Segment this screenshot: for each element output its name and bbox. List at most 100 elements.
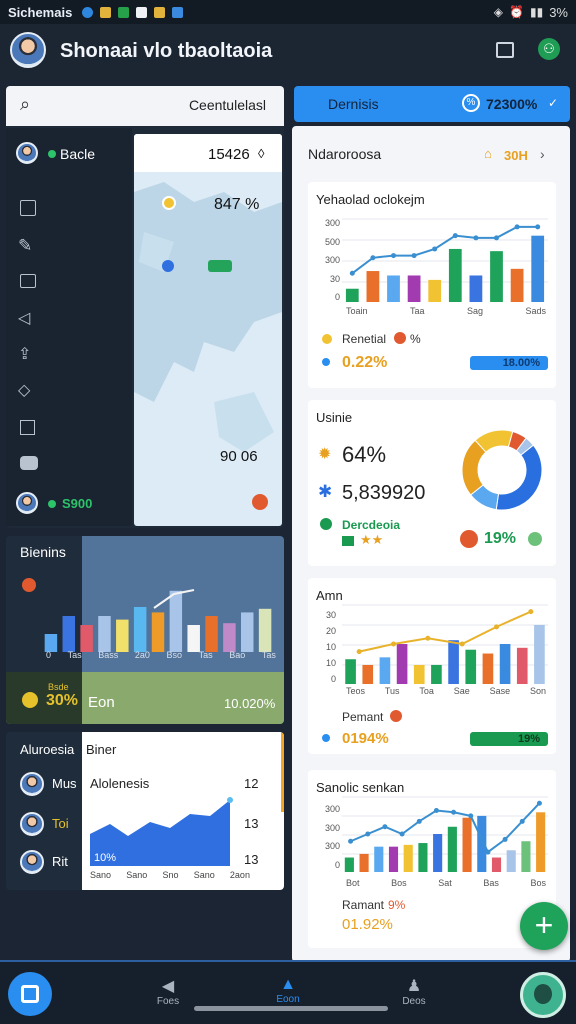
sidebar-item-display[interactable] [20, 274, 36, 288]
sidebar-item-tools[interactable]: ✎ [18, 236, 32, 256]
window-icon[interactable] [496, 42, 514, 58]
card1-y-axis: 300 500 300 30 0 [314, 218, 340, 302]
info-icon[interactable]: ◊ [258, 146, 264, 161]
chart-point [416, 818, 422, 824]
chart-bar [403, 844, 413, 872]
chart-point [528, 609, 534, 615]
business-axis: 0 Tas Bass 2a0 Bso Tas Bao Tas [46, 650, 276, 662]
chart-bar [491, 857, 502, 872]
chart-bar [344, 857, 354, 872]
chart-bar [223, 623, 236, 652]
profile-name: Bacle [60, 146, 96, 162]
chart-point [452, 233, 458, 239]
card3-chart [342, 604, 548, 684]
chevron-right-icon[interactable]: › [540, 146, 545, 162]
axis-tick-label: Sano [193, 870, 215, 880]
card4-y-axis: 300 300 300 0 [314, 804, 340, 870]
calendar-icon [342, 536, 354, 546]
app-icon [154, 6, 166, 18]
profile-avatar [16, 142, 38, 164]
axis-tick-label: 0 [334, 859, 340, 870]
chart-bar [431, 664, 442, 684]
chart-point [514, 224, 520, 230]
axis-tick-label: Teos [346, 686, 366, 696]
alert-title: Aluroesia [20, 742, 75, 757]
chart-bar [362, 664, 374, 684]
business-card: Bienins 0 Tas Bass 2a0 Bso Tas Bao Tas Bsde 30%… [6, 536, 284, 724]
nav-item-foes[interactable]: ◀ Foes [148, 976, 188, 1007]
footer-value: S900 [62, 496, 93, 511]
app-icon [136, 6, 148, 18]
axis-tick-label: Bass [98, 650, 119, 660]
stats-card-2[interactable]: Usinie ✹ 64% ✱ 5,839920 Dercdeoia ★★ 19% [308, 400, 556, 566]
alert-inner-value: 10% [94, 852, 117, 864]
chart-bar [98, 616, 111, 652]
tab-left-label[interactable]: Dernisis [328, 96, 379, 112]
sidebar-item-megaphone[interactable]: ◁ [18, 308, 30, 328]
user-icon[interactable]: ⚇ [538, 38, 560, 60]
chart-point [536, 800, 542, 806]
chart-point [365, 831, 371, 837]
avatar[interactable] [10, 32, 46, 68]
sidebar-item-upload[interactable]: ⇪ [18, 344, 31, 364]
chart-bar [169, 590, 183, 652]
map-top-value: 15426 [208, 146, 250, 163]
alert-row-name: Rit [52, 854, 68, 869]
percent-icon: % [462, 94, 480, 112]
card1-legend-dot [322, 334, 332, 344]
business-alert-icon [22, 578, 36, 592]
donut-slice [495, 444, 543, 511]
map-card[interactable]: 15426 ◊ 847 % 90 06 [134, 134, 282, 526]
axis-tick-label: Bos [391, 878, 407, 888]
add-button[interactable]: + [520, 902, 568, 950]
chart-bar [205, 616, 218, 652]
nav-item-eoon[interactable]: ▲ Eoon [268, 976, 308, 1005]
profile-button[interactable] [520, 972, 566, 1018]
chart-bar [413, 664, 425, 684]
home-button[interactable] [8, 972, 52, 1016]
chart-bar [433, 834, 443, 872]
tab-bar[interactable]: Dernisis % 72300% ✓ [294, 86, 570, 122]
alert-icon[interactable] [252, 494, 268, 510]
chart-card-3[interactable]: Amn 30 20 10 10 0 Teos Tus Toa Sae Sase Son Peman… [308, 578, 556, 754]
wifi-icon: ◈ [493, 5, 504, 19]
chart-line [351, 225, 538, 275]
chart-point [473, 235, 479, 241]
axis-tick-label: Tas [198, 650, 213, 660]
home-icon: ⌂ [484, 146, 492, 161]
axis-tick-label: 300 [324, 218, 340, 228]
chart-card-1[interactable]: Yehaolad oclokejm 300 500 300 30 0 Toain Taa S… [308, 182, 556, 388]
chart-point [356, 649, 362, 655]
sidebar: Bacle ✎ ◁ ⇪ ◇ S900 [6, 128, 132, 526]
footer-dot [48, 500, 56, 508]
search-icon: ⌕ [20, 94, 31, 114]
map-marker-yellow[interactable] [162, 196, 176, 210]
alert-right-value: 13 [244, 816, 259, 831]
chart-bar [510, 268, 524, 302]
card2-stat2: 5,839920 [342, 482, 426, 504]
chart-bar [536, 812, 546, 872]
nav-item-deos[interactable]: ♟ Deos [394, 976, 434, 1007]
chart-card-4[interactable]: Sanolic senkan 300 300 300 0 Bot Bos Sat Bas Bo… [308, 770, 556, 948]
sidebar-item-export[interactable] [20, 420, 35, 435]
axis-tick-label: 10 [325, 642, 336, 652]
chart-bar [465, 649, 477, 684]
chart-point [391, 641, 396, 647]
alert-row-avatar [20, 850, 44, 874]
sidebar-item-tag[interactable]: ◇ [18, 380, 30, 400]
map-mid-value: 847 % [214, 196, 260, 213]
business-footer-dot [22, 692, 38, 708]
sidebar-item-camera[interactable] [20, 456, 38, 470]
card4-legend-pct: 9% [388, 898, 406, 912]
axis-tick-label: Sag [466, 306, 483, 316]
search-bar[interactable]: ⌕ Ceentulelasl [6, 86, 284, 126]
sidebar-item-document[interactable] [20, 200, 36, 216]
axis-tick-label: 30 [325, 610, 336, 620]
map-marker-blue[interactable] [162, 260, 174, 272]
card4-title: Sanolic senkan [316, 780, 405, 795]
map-marker-green[interactable] [208, 260, 232, 272]
axis-tick-label: Sano [90, 870, 112, 880]
person-icon: ♟ [406, 978, 422, 995]
map-land [134, 182, 282, 452]
chart-point [399, 831, 405, 837]
